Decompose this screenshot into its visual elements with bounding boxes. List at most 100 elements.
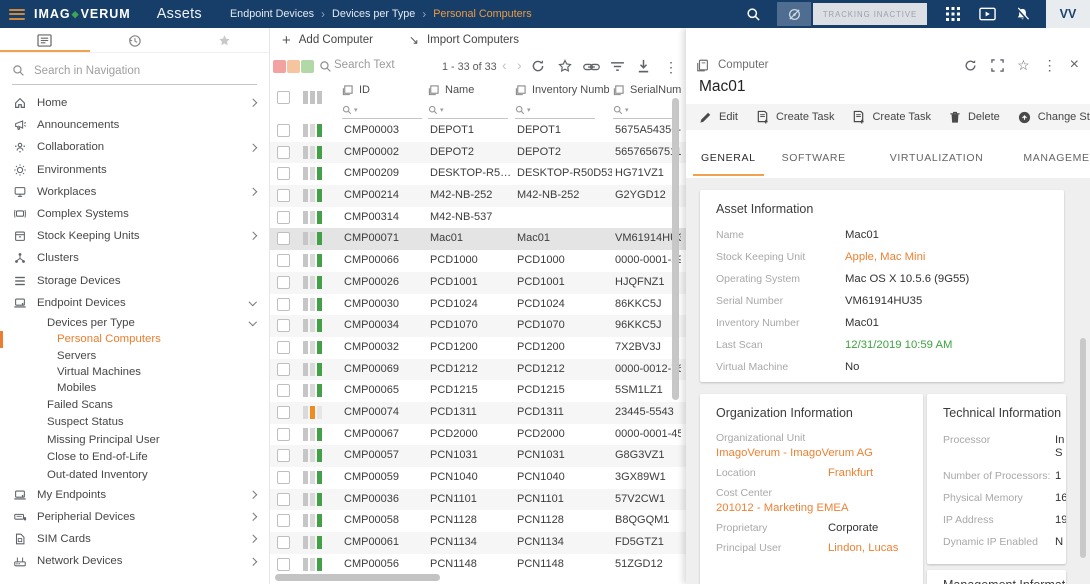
change-status-button[interactable]: Change Status [1018, 111, 1090, 124]
field-value[interactable]: Frankfurt [828, 467, 873, 479]
screencast-icon[interactable] [979, 7, 996, 21]
table-row-cmp00314[interactable]: CMP00314 M42-NB-537 [270, 206, 686, 229]
row-checkbox[interactable] [277, 384, 290, 398]
table-row-cmp00030[interactable]: CMP00030 PCD1024 PCD1024 86KKC5J [270, 293, 686, 316]
field-value[interactable]: 201012 - Marketing EMEA [716, 502, 907, 514]
expand-icon[interactable] [991, 58, 1004, 72]
apps-grid-icon[interactable] [946, 7, 960, 21]
link-icon[interactable] [582, 61, 601, 73]
row-checkbox[interactable] [277, 427, 290, 441]
row-checkbox[interactable] [277, 340, 290, 354]
row-checkbox[interactable] [277, 557, 290, 571]
row-checkbox[interactable] [277, 124, 290, 137]
column-header-inventory[interactable]: Inventory Number ... [515, 84, 609, 96]
sidebar-item-stock-keeping-units[interactable]: Stock Keeping Units [0, 225, 269, 247]
sidebar-item-out-dated-inventory[interactable]: Out-dated Inventory [0, 466, 269, 484]
tracking-toggle-button[interactable] [777, 2, 811, 26]
column-header-name[interactable]: Name [428, 84, 508, 96]
tab-general[interactable]: GENERAL [693, 142, 764, 176]
table-row-cmp00057[interactable]: CMP00057 PCN1031 PCN1031 G8G3VZ1 [270, 445, 686, 467]
filter-id[interactable]: ▾ [342, 102, 422, 119]
row-checkbox[interactable] [277, 536, 290, 550]
page-prev-icon[interactable]: ‹ [502, 57, 507, 73]
row-checkbox[interactable] [277, 210, 290, 224]
table-row-cmp00069[interactable]: CMP00069 PCD1212 PCD1212 0000-0012-76 [270, 358, 686, 381]
table-horizontal-scrollbar[interactable] [275, 574, 440, 581]
row-checkbox[interactable] [277, 254, 290, 268]
sidebar-item-home[interactable]: Home [0, 92, 269, 114]
row-checkbox[interactable] [277, 405, 290, 419]
favorite-icon[interactable] [557, 58, 573, 74]
sidebar-item-missing-principal-user[interactable]: Missing Principal User [0, 431, 269, 449]
table-row-cmp00032[interactable]: CMP00032 PCD1200 PCD1200 7X2BV3J [270, 336, 686, 359]
legend-chip-orange[interactable] [287, 60, 300, 73]
column-header-serial[interactable]: SerialNumb [613, 84, 681, 96]
breadcrumb-item-endpoint-devices[interactable]: Endpoint Devices [230, 8, 314, 20]
sidebar-item-announcements[interactable]: Announcements [0, 114, 269, 136]
sidebar-item-collaboration[interactable]: Collaboration [0, 136, 269, 158]
tab-management[interactable]: MANAGEMENT [1015, 142, 1090, 176]
field-value[interactable]: Apple, Mac Mini [845, 251, 925, 263]
create-task-button[interactable]: Create Task [852, 110, 931, 124]
create-task-button[interactable]: Create Task [756, 110, 834, 124]
edit-button[interactable]: Edit [699, 111, 738, 124]
row-checkbox[interactable] [277, 232, 290, 246]
legend-chip-green[interactable] [301, 60, 314, 73]
favorite-icon[interactable]: ☆ [1017, 58, 1030, 72]
sidebar-item-devices-per-type[interactable]: Devices per Type [0, 314, 269, 332]
sidebar-item-virtual-machines[interactable]: Virtual Machines [0, 364, 269, 380]
sidebar-item-endpoint-devices[interactable]: Endpoint Devices [0, 292, 269, 314]
table-row-cmp00003[interactable]: CMP00003 DEPOT1 DEPOT1 5675A54356- [270, 120, 686, 142]
legend-chip-red[interactable] [273, 60, 286, 73]
download-icon[interactable] [636, 58, 651, 74]
sidebar-item-suspect-status[interactable]: Suspect Status [0, 414, 269, 432]
table-search-input[interactable] [334, 59, 434, 71]
row-checkbox[interactable] [277, 297, 290, 311]
row-checkbox[interactable] [277, 167, 290, 181]
table-row-cmp00026[interactable]: CMP00026 PCD1001 PCD1001 HJQFNZ1 [270, 271, 686, 294]
tab-history[interactable] [90, 28, 180, 52]
sidebar-item-peripherial-devices[interactable]: Peripherial Devices [0, 506, 269, 528]
sidebar-item-my-endpoints[interactable]: My Endpoints [0, 484, 269, 506]
table-row-cmp00067[interactable]: CMP00067 PCD2000 PCD2000 0000-0001-45 [270, 423, 686, 446]
notifications-off-icon[interactable] [1015, 7, 1030, 22]
sidebar-item-storage-devices[interactable]: Storage Devices [0, 270, 269, 292]
table-row-cmp00065[interactable]: CMP00065 PCD1215 PCD1215 5SM1LZ1 [270, 380, 686, 402]
sidebar-item-workplaces[interactable]: Workplaces [0, 181, 269, 203]
sidebar-item-servers[interactable]: Servers [0, 348, 269, 364]
refresh-icon[interactable] [963, 58, 978, 73]
row-checkbox[interactable] [277, 514, 290, 528]
sidebar-item-environments[interactable]: Environments [0, 159, 269, 181]
delete-button[interactable]: Delete [949, 111, 1000, 124]
row-checkbox[interactable] [277, 275, 290, 289]
row-checkbox[interactable] [277, 492, 290, 506]
table-row-cmp00059[interactable]: CMP00059 PCN1040 PCN1040 3GX89W1 [270, 467, 686, 489]
table-row-cmp00058[interactable]: CMP00058 PCN1128 PCN1128 B8QGQM1 [270, 510, 686, 533]
tab-favorites[interactable] [179, 28, 269, 52]
field-value[interactable]: Lindon, Lucas [828, 542, 898, 554]
table-row-cmp00056[interactable]: CMP00056 PCN1148 PCN1148 51ZGD12 [270, 553, 686, 576]
add-computer-button[interactable]: + Add Computer [282, 33, 373, 48]
hamburger-menu-icon[interactable] [9, 8, 25, 20]
detail-scrollbar[interactable] [1080, 338, 1086, 558]
sidebar-item-network-devices[interactable]: Network Devices [0, 550, 269, 572]
filter-serial[interactable]: ▾ [613, 102, 678, 119]
sidebar-item-sim-cards[interactable]: SIM Cards [0, 528, 269, 550]
row-checkbox[interactable] [277, 145, 290, 159]
table-row-cmp00061[interactable]: CMP00061 PCN1134 PCN1134 FD5GTZ1 [270, 532, 686, 554]
more-options-icon[interactable]: ⋮ [664, 60, 678, 74]
table-vertical-scrollbar[interactable] [672, 98, 679, 400]
sidebar-item-failed-scans[interactable]: Failed Scans [0, 396, 269, 414]
row-checkbox[interactable] [277, 319, 290, 333]
sidebar-item-complex-systems[interactable]: Complex Systems [0, 203, 269, 225]
select-all-checkbox[interactable] [277, 91, 290, 104]
import-computers-button[interactable]: ↘ Import Computers [409, 34, 519, 46]
filter-name[interactable]: ▾ [428, 102, 508, 119]
column-header-id[interactable]: ID [342, 84, 422, 96]
table-row-cmp00071[interactable]: CMP00071Mac01Mac01VM61914HU35 [270, 228, 686, 251]
table-row-cmp00036[interactable]: CMP00036 PCN1101 PCN1101 57V2CW1 [270, 488, 686, 511]
sidebar-search-input[interactable] [34, 64, 234, 77]
field-value[interactable]: ImagoVerum - ImagoVerum AG [716, 447, 907, 459]
sidebar-item-mobiles[interactable]: Mobiles [0, 380, 269, 396]
tab-navigation-list[interactable] [0, 28, 90, 52]
